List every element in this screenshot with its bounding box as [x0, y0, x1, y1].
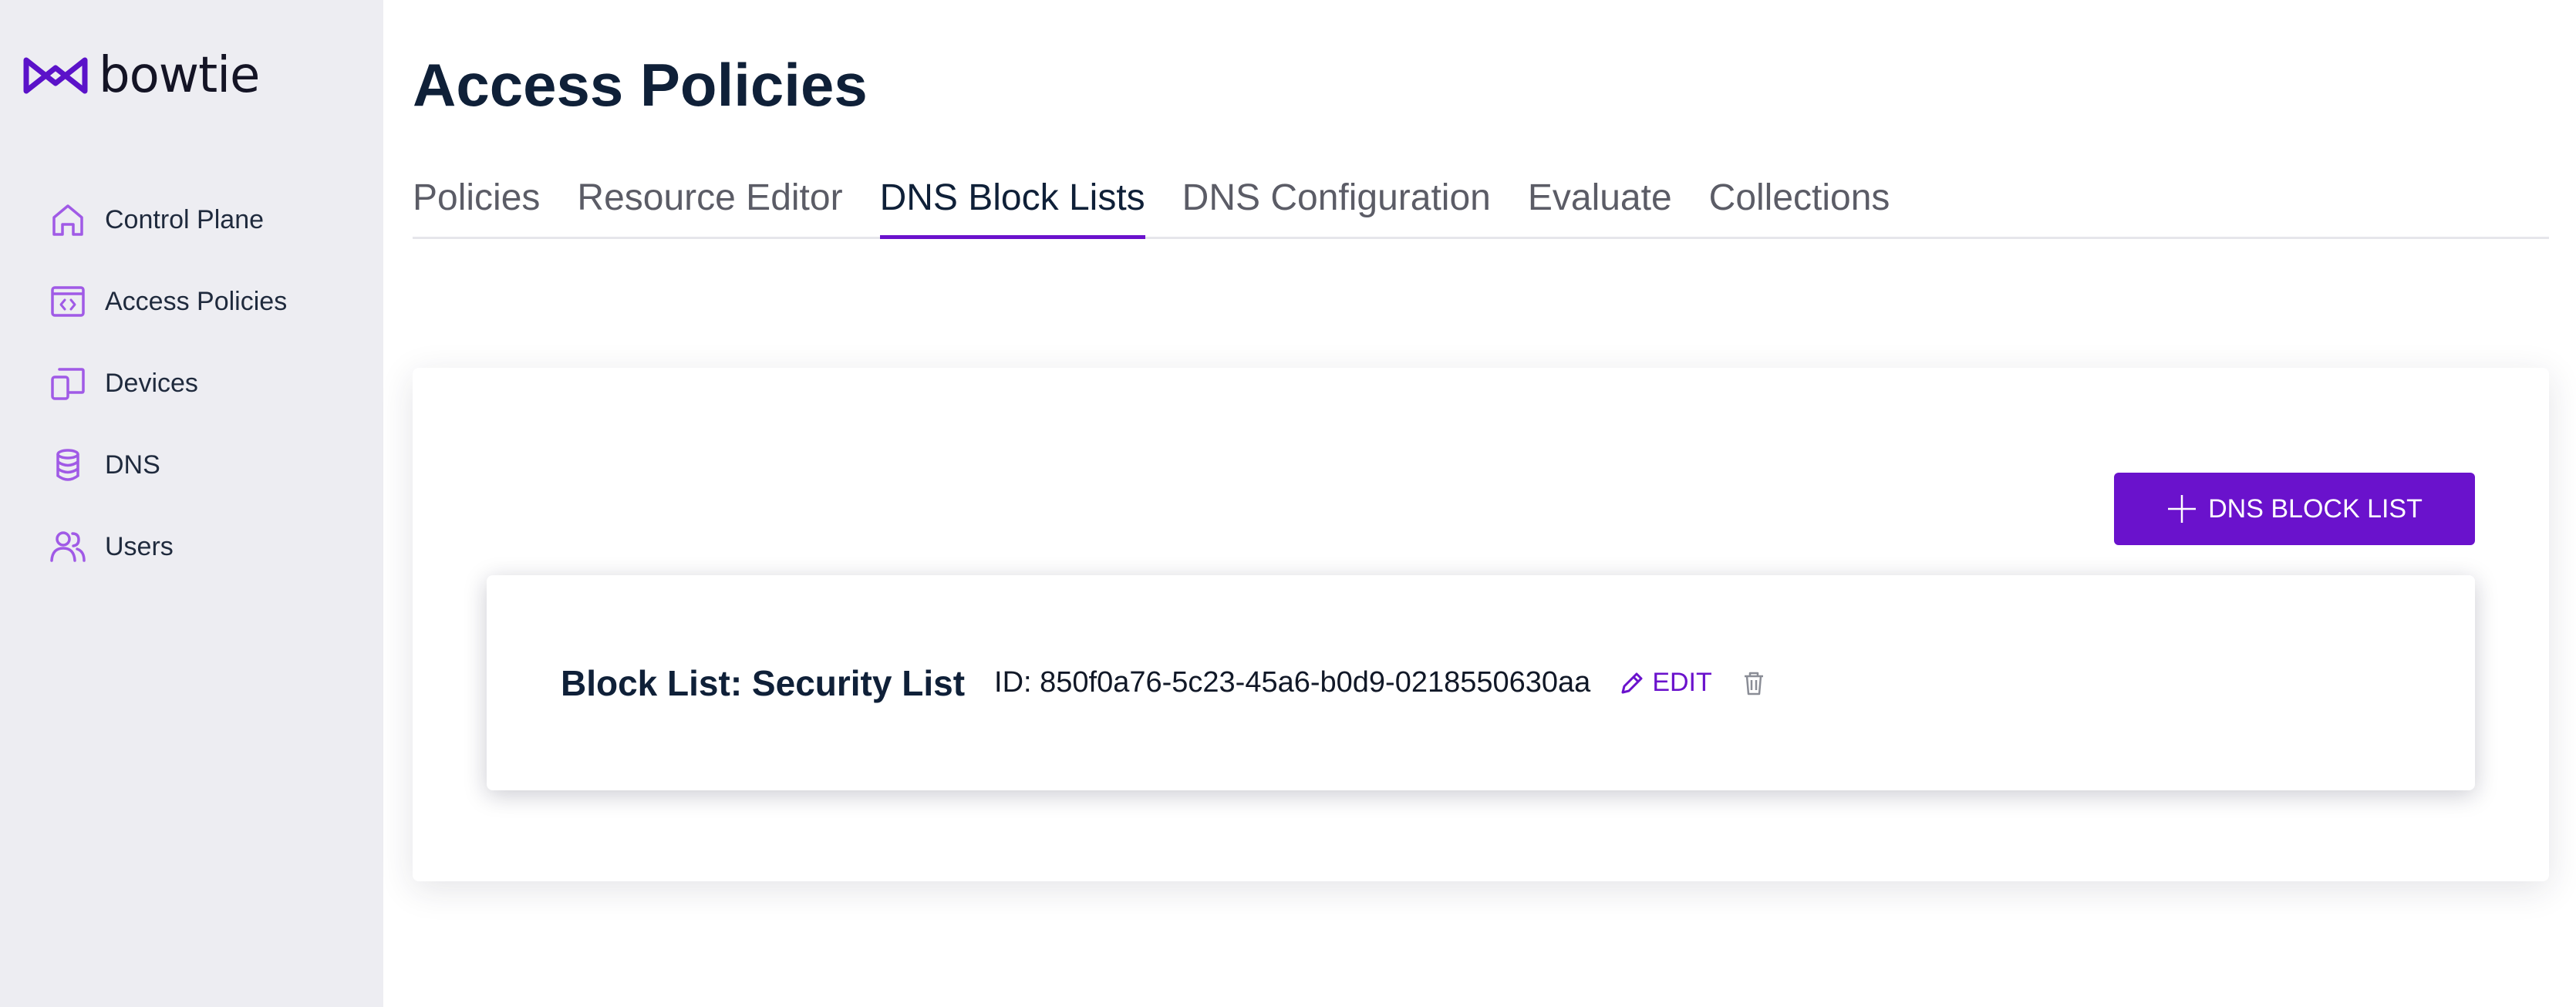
sidebar-item-label: Control Plane: [105, 204, 265, 234]
devices-icon: [51, 368, 85, 400]
add-dns-block-list-button[interactable]: DNS BLOCK LIST: [2114, 473, 2475, 545]
sidebar-item-label: Access Policies: [105, 286, 288, 316]
page-title: Access Policies: [413, 51, 868, 119]
tab-dns-block-lists[interactable]: DNS Block Lists: [879, 171, 1145, 239]
block-list-card: Block List: Security List ID: 850f0a76-5…: [487, 575, 2475, 790]
sidebar-nav: Control Plane Access Policies Devices DN…: [0, 179, 383, 588]
block-list-title: Block List: Security List: [561, 662, 966, 703]
block-list-id: ID: 850f0a76-5c23-45a6-b0d9-0218550630aa: [994, 666, 1591, 699]
tab-dns-configuration[interactable]: DNS Configuration: [1182, 171, 1491, 237]
sidebar-item-label: DNS: [105, 450, 160, 480]
sidebar-item-label: Users: [105, 531, 174, 561]
code-window-icon: [51, 286, 85, 317]
tab-collections[interactable]: Collections: [1709, 171, 1890, 237]
pencil-icon: [1621, 672, 1643, 693]
trash-icon[interactable]: [1740, 669, 1768, 697]
plus-icon: [2168, 495, 2197, 523]
tab-evaluate[interactable]: Evaluate: [1528, 171, 1672, 237]
add-button-label: DNS BLOCK LIST: [2208, 493, 2423, 524]
edit-button[interactable]: EDIT: [1618, 668, 1712, 698]
bowtie-logo[interactable]: bowtie: [20, 45, 260, 106]
sidebar-item-control-plane[interactable]: Control Plane: [0, 179, 383, 261]
main-content: Access Policies Policies Resource Editor…: [413, 0, 2549, 1007]
users-icon: [50, 531, 86, 562]
database-icon: [56, 449, 79, 481]
sidebar-item-devices[interactable]: Devices: [0, 342, 383, 424]
tab-bar: Policies Resource Editor DNS Block Lists…: [413, 171, 2549, 239]
tab-policies[interactable]: Policies: [413, 171, 540, 237]
edit-label: EDIT: [1652, 668, 1712, 697]
logo-text: bowtie: [99, 47, 260, 104]
sidebar-item-label: Devices: [105, 368, 198, 398]
sidebar: bowtie Control Plane Access Policies Dev…: [0, 0, 383, 1007]
home-icon: [52, 204, 83, 236]
bowtie-logo-icon: [23, 57, 88, 94]
block-list-row: Block List: Security List ID: 850f0a76-5…: [561, 575, 1768, 790]
dns-block-lists-panel: DNS BLOCK LIST Block List: Security List…: [413, 368, 2549, 881]
sidebar-item-users[interactable]: Users: [0, 506, 383, 588]
sidebar-item-access-policies[interactable]: Access Policies: [0, 261, 383, 342]
sidebar-item-dns[interactable]: DNS: [0, 424, 383, 506]
tab-resource-editor[interactable]: Resource Editor: [577, 171, 842, 237]
